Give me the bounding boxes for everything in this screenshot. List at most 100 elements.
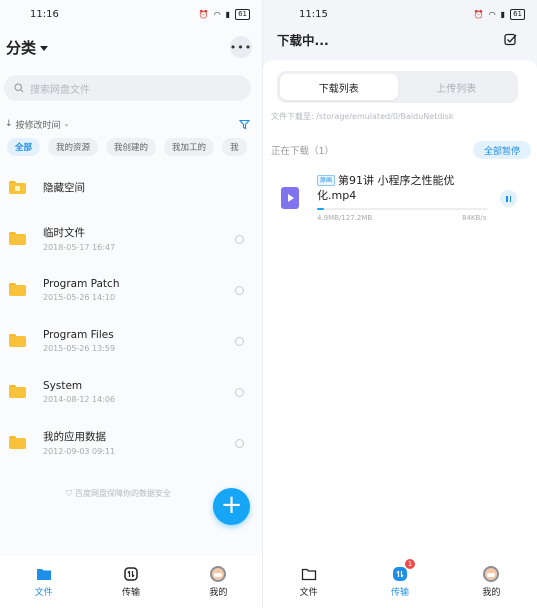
safety-text: 百度网盘保障你的数据安全 bbox=[75, 489, 171, 498]
status-icons: ⏰ ◠ ▮ 61 bbox=[473, 8, 525, 20]
task-title: 原画 第91讲 小程序之性能优化.mp4 bbox=[317, 173, 457, 203]
list-item[interactable]: 我的应用数据 2012-09-03 09:11 bbox=[0, 417, 262, 468]
section-title: 正在下载（1） bbox=[271, 146, 335, 157]
pause-button[interactable] bbox=[500, 190, 517, 207]
add-button[interactable]: + bbox=[213, 488, 250, 525]
quality-tag: 原画 bbox=[317, 175, 336, 186]
nav-label: 我的 bbox=[482, 588, 501, 598]
pause-all-button[interactable]: 全部暂停 bbox=[472, 141, 531, 159]
video-file-icon bbox=[281, 187, 299, 209]
category-dropdown[interactable]: 分类 bbox=[6, 37, 49, 58]
nav-label: 文件 bbox=[299, 588, 318, 598]
list-item[interactable]: System 2014-08-12 14:06 bbox=[0, 366, 262, 417]
nav-me[interactable]: 我的 bbox=[446, 556, 537, 608]
header: 下载中... bbox=[277, 28, 517, 50]
task-name: 第91讲 小程序之性能优化.mp4 bbox=[317, 174, 455, 202]
chip-created[interactable]: 我创建的 bbox=[106, 138, 157, 156]
list-item[interactable]: Program Files 2015-05-26 13:59 bbox=[0, 315, 262, 366]
signal-icon: ▮ bbox=[225, 9, 231, 19]
battery-icon: 61 bbox=[235, 8, 250, 20]
nav-files[interactable]: 文件 bbox=[263, 556, 354, 608]
nav-label: 我的 bbox=[209, 588, 228, 598]
page-title: 下载中... bbox=[277, 32, 329, 48]
nav-label: 传输 bbox=[121, 588, 140, 598]
alarm-icon: ⏰ bbox=[473, 9, 484, 19]
file-category-screen: 11:16 ⏰ ◠ ▮ 61 分类 ••• 搜索网盘文件 ↓ 按修改时间 ⌄ 全… bbox=[0, 0, 262, 608]
nav-label: 文件 bbox=[34, 588, 53, 598]
bottom-nav: 文件 传输 我的 bbox=[0, 556, 262, 608]
nav-label: 传输 bbox=[390, 588, 409, 598]
downloading-section-header: 正在下载（1） 全部暂停 bbox=[271, 140, 531, 160]
nav-me[interactable]: 我的 bbox=[175, 556, 262, 608]
sort-button[interactable]: ↓ 按修改时间 ⌄ bbox=[5, 118, 69, 131]
nav-transfer[interactable]: 1 传输 bbox=[354, 556, 445, 608]
transfer-icon bbox=[392, 567, 407, 581]
wifi-icon: ◠ bbox=[213, 9, 221, 19]
list-item[interactable]: Program Patch 2015-05-26 14:10 bbox=[0, 264, 262, 315]
select-checkbox[interactable] bbox=[235, 286, 244, 295]
download-path: 文件下载至: /storage/emulated/0/BaiduNetdisk bbox=[271, 112, 454, 121]
more-icon: ••• bbox=[229, 40, 253, 54]
progress-fill bbox=[317, 208, 324, 210]
file-name: 我的应用数据 bbox=[43, 431, 106, 443]
select-checkbox[interactable] bbox=[235, 235, 244, 244]
file-date: 2014-08-12 14:06 bbox=[43, 394, 116, 404]
file-name: Program Patch bbox=[43, 277, 120, 290]
status-icons: ⏰ ◠ ▮ 61 bbox=[198, 8, 250, 20]
battery-icon: 61 bbox=[510, 8, 525, 20]
task-size: 4.9MB/127.2MB bbox=[317, 214, 373, 222]
transfer-tabs: 下载列表 上传列表 bbox=[277, 71, 518, 103]
search-placeholder: 搜索网盘文件 bbox=[30, 84, 90, 96]
chip-more[interactable]: 我 bbox=[222, 138, 247, 156]
notification-badge: 1 bbox=[404, 559, 415, 569]
signal-icon: ▮ bbox=[500, 9, 506, 19]
file-date: 2018-05-17 16:47 bbox=[43, 243, 116, 252]
nav-transfer[interactable]: 传输 bbox=[87, 556, 174, 608]
status-time: 11:16 bbox=[30, 8, 59, 20]
select-checkbox[interactable] bbox=[235, 388, 244, 397]
chip-all[interactable]: 全部 bbox=[7, 138, 41, 156]
nav-files[interactable]: 文件 bbox=[0, 556, 87, 608]
folder-icon bbox=[9, 283, 26, 296]
chip-my-resources[interactable]: 我的资源 bbox=[48, 138, 99, 156]
transfer-card: 下载列表 上传列表 文件下载至: /storage/emulated/0/Bai… bbox=[263, 60, 537, 556]
select-checkbox[interactable] bbox=[235, 439, 244, 448]
file-name: Program Files bbox=[43, 328, 114, 341]
more-button[interactable]: ••• bbox=[230, 36, 252, 58]
progress-bar bbox=[317, 208, 488, 210]
file-date: 2015-05-26 13:59 bbox=[43, 343, 116, 353]
avatar-icon bbox=[483, 566, 500, 582]
alarm-icon: ⏰ bbox=[198, 9, 209, 19]
filter-chips: 全部 我的资源 我创建的 我加工的 我 bbox=[7, 138, 262, 156]
sort-label: 按修改时间 bbox=[15, 120, 61, 131]
status-bar: 11:16 ⏰ ◠ ▮ 61 bbox=[0, 0, 262, 28]
list-item[interactable]: 隐藏空间 bbox=[0, 162, 262, 213]
header: 分类 ••• bbox=[6, 34, 252, 60]
filter-icon[interactable] bbox=[239, 119, 250, 130]
transfer-icon bbox=[124, 567, 138, 581]
select-mode-icon[interactable] bbox=[504, 33, 517, 46]
transfer-screen: 11:15 ⏰ ◠ ▮ 61 下载中... 下载列表 上传列表 文件下载至: /… bbox=[263, 0, 537, 608]
file-name: 临时文件 bbox=[43, 227, 85, 239]
folder-icon bbox=[9, 385, 26, 398]
chevron-down-icon: ⌄ bbox=[63, 120, 70, 128]
tab-download-list[interactable]: 下载列表 bbox=[280, 74, 398, 100]
search-input[interactable]: 搜索网盘文件 bbox=[4, 75, 251, 101]
chip-processed[interactable]: 我加工的 bbox=[164, 138, 215, 156]
select-checkbox[interactable] bbox=[235, 337, 244, 346]
folder-icon bbox=[36, 569, 51, 580]
search-icon bbox=[14, 83, 24, 93]
sort-icon: ↓ bbox=[5, 119, 13, 129]
folder-icon bbox=[9, 334, 26, 347]
file-date: 2012-09-03 09:11 bbox=[43, 447, 116, 456]
wifi-icon: ◠ bbox=[488, 9, 496, 19]
locked-folder-icon bbox=[9, 181, 26, 194]
status-time: 11:15 bbox=[299, 8, 328, 20]
pause-icon bbox=[506, 195, 508, 202]
bottom-nav: 文件 1 传输 我的 bbox=[263, 556, 537, 608]
file-name: 隐藏空间 bbox=[43, 182, 85, 194]
list-item[interactable]: 临时文件 2018-05-17 16:47 bbox=[0, 213, 262, 264]
sort-row: ↓ 按修改时间 ⌄ bbox=[5, 116, 250, 132]
download-task[interactable]: 原画 第91讲 小程序之性能优化.mp4 4.9MB/127.2MB 84KB/s bbox=[263, 172, 537, 232]
tab-upload-list[interactable]: 上传列表 bbox=[398, 74, 516, 100]
